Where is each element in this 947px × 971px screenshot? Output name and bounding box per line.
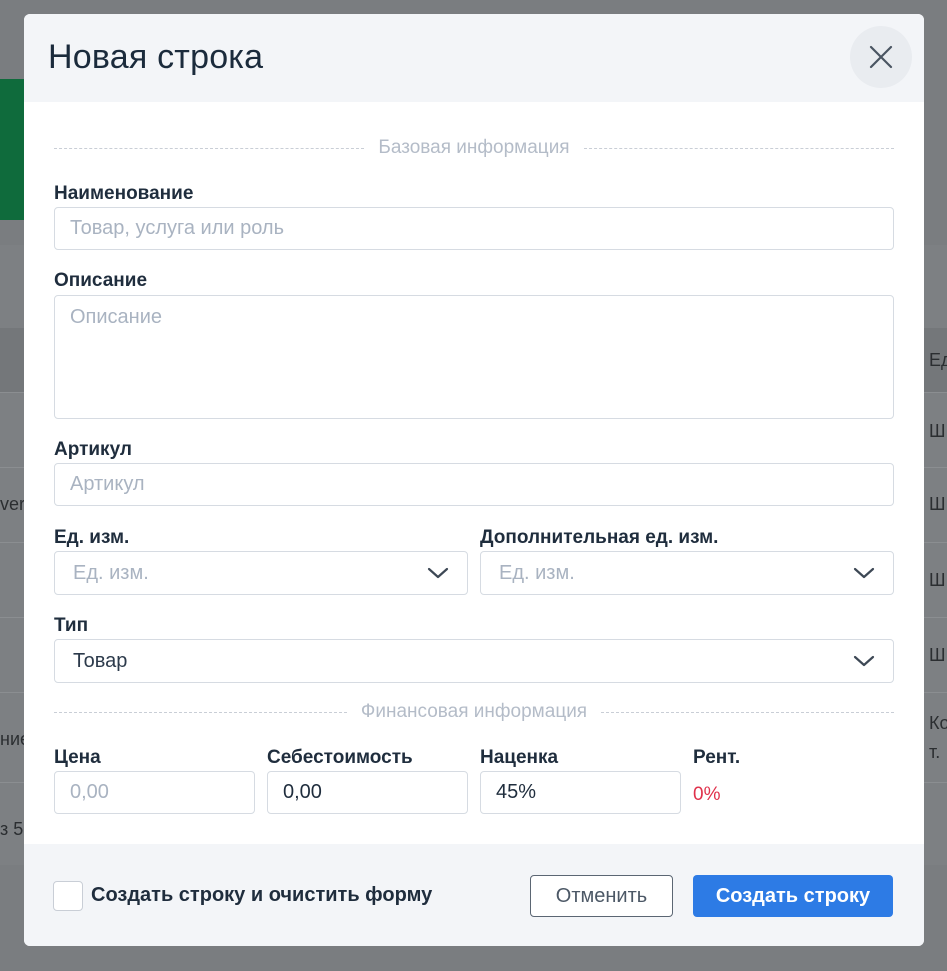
unit-select-value: Ед. изм. [73, 561, 149, 584]
chevron-down-icon [427, 567, 449, 579]
extra-unit-select[interactable]: Ед. изм. [480, 551, 894, 595]
clear-form-checkbox[interactable] [53, 881, 83, 911]
type-select-value: Товар [73, 649, 128, 672]
section-title-basic: Базовая информация [378, 137, 570, 158]
background-cell: Ко [929, 713, 947, 733]
description-label: Описание [54, 270, 148, 291]
background-cell: Ш [929, 570, 946, 590]
background-cell: Ш [929, 645, 946, 665]
sku-input[interactable] [54, 463, 894, 506]
section-divider-basic: Базовая информация [54, 137, 894, 158]
modal-header: Новая строка [24, 14, 924, 102]
type-select[interactable]: Товар [54, 639, 894, 683]
cost-input[interactable] [267, 771, 468, 814]
background-cell: Ед [929, 350, 947, 370]
background-cell: т. [929, 742, 941, 762]
close-button[interactable] [850, 26, 912, 88]
modal-footer: Создать строку и очистить форму Отменить… [24, 844, 924, 946]
background-cell: ver [0, 494, 26, 514]
close-icon [869, 45, 893, 69]
chevron-down-icon [853, 655, 875, 667]
background-cell: з 5 [0, 819, 24, 839]
section-divider-finance: Финансовая информация [54, 701, 895, 722]
background-cell: Ш [929, 494, 946, 514]
description-textarea[interactable] [54, 295, 894, 419]
clear-form-checkbox-label[interactable]: Создать строку и очистить форму [91, 884, 432, 907]
cancel-button[interactable]: Отменить [530, 875, 673, 917]
markup-label: Наценка [480, 747, 559, 768]
new-row-modal: Новая строка Базовая информация Наименов… [24, 14, 924, 946]
markup-input[interactable] [480, 771, 681, 814]
modal-title: Новая строка [48, 38, 264, 76]
section-title-finance: Финансовая информация [360, 701, 588, 722]
name-label: Наименование [54, 183, 194, 204]
extra-unit-label: Дополнительная ед. изм. [480, 527, 719, 548]
extra-unit-select-value: Ед. изм. [499, 561, 575, 584]
name-input[interactable] [54, 207, 894, 250]
price-label: Цена [54, 747, 101, 768]
cost-label: Себестоимость [267, 747, 413, 768]
profitability-value: 0% [693, 784, 721, 805]
unit-label: Ед. изм. [54, 527, 130, 548]
unit-select[interactable]: Ед. изм. [54, 551, 468, 595]
type-label: Тип [54, 615, 89, 636]
sku-label: Артикул [54, 439, 132, 460]
background-cell: Ш [929, 421, 946, 441]
profitability-label: Рент. [693, 747, 741, 768]
price-input[interactable] [54, 771, 255, 814]
create-row-button[interactable]: Создать строку [693, 875, 893, 917]
chevron-down-icon [853, 567, 875, 579]
